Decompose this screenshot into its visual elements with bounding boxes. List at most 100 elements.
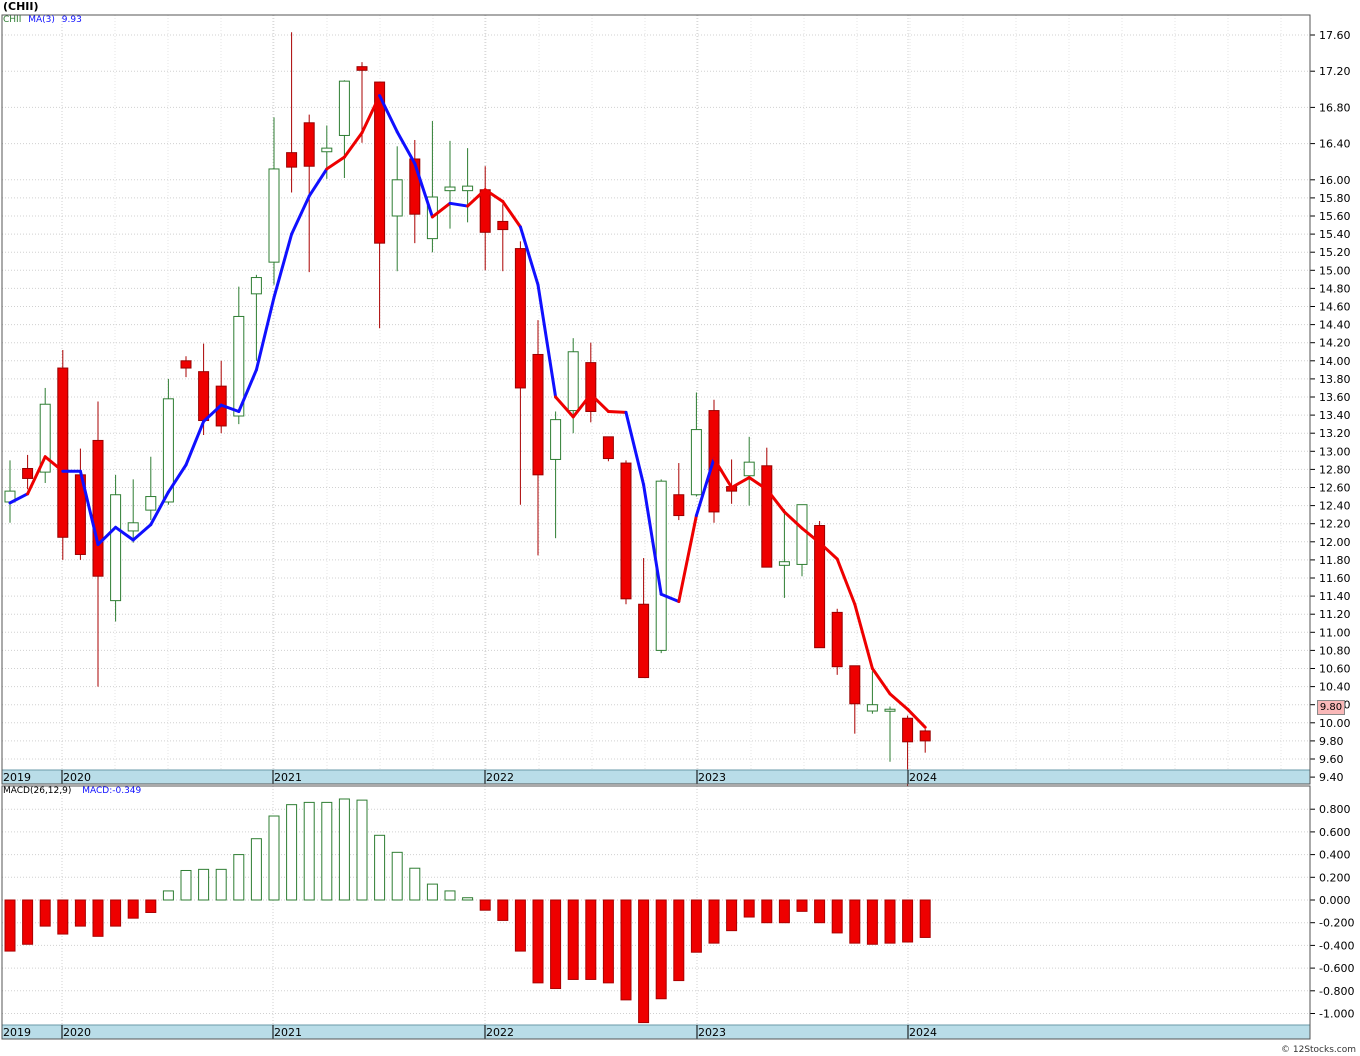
price-tick-label: 12.00 [1319,536,1351,549]
price-tick-label: 9.60 [1319,753,1344,766]
macd-bar [286,804,298,901]
macd-bar [814,899,826,924]
macd-bar [708,899,720,944]
macd-bar [902,899,914,943]
price-tick-label: 12.80 [1319,463,1351,476]
macd-legend: MACD(26,12,9) MACD:-0.349 [3,786,141,796]
candle-body [761,465,773,568]
price-tick-label: 14.40 [1319,319,1351,332]
price-tick-label: 9.80 [1319,735,1344,748]
macd-bar [866,899,878,945]
candle-body [550,419,562,460]
candle-body [356,66,368,71]
price-tick-label: 13.20 [1319,427,1351,440]
macd-bar [497,899,509,921]
macd-tick-label: -0.200 [1319,917,1354,930]
macd-tick-label: -0.600 [1319,962,1354,975]
macd-bar [127,899,139,919]
price-tick-label: 15.80 [1319,192,1351,205]
price-tick-label: 10.60 [1319,663,1351,676]
macd-bar [743,899,755,918]
macd-tick-label: 0.000 [1319,894,1351,907]
candle-body [849,665,861,705]
macd-bar [92,899,104,937]
macd-bar [638,899,650,1024]
price-tick-label: 15.40 [1319,228,1351,241]
macd-bar [215,868,227,901]
macd-tick-label: 0.600 [1319,826,1351,839]
price-tick-label: 9.40 [1319,771,1344,784]
last-price-badge: 9.80 [1317,700,1345,715]
price-tick-label: 17.60 [1319,29,1351,42]
candle-body [92,439,104,577]
price-tick-label: 14.20 [1319,337,1351,350]
price-candles [4,32,931,787]
macd-bar [567,899,579,980]
ma3-segment [448,201,470,208]
price-tick-label: 10.00 [1319,717,1351,730]
price-x-label: 2024 [909,771,937,784]
macd-bar [22,899,34,945]
price-tick-label: 14.80 [1319,282,1351,295]
macd-bar [409,867,421,901]
ma3-segment [870,667,892,696]
macd-bar [321,801,333,901]
macd-bar [849,899,861,944]
price-y-axis: 17.60 17.20 16.80 16.40 16.00 15.80 15.60 15.40… [1310,29,1351,784]
stock-chart: 17.60 17.20 16.80 16.40 16.00 15.80 15.60 15.40… [1,14,1354,1040]
legend-indicator: MA(3) [28,15,55,25]
candle-body [479,189,491,233]
macd-bar [180,869,192,901]
candle-body [514,248,526,389]
macd-bar [690,899,702,953]
candle-body [391,179,403,217]
price-x-label: 2020 [63,771,91,784]
price-tick-label: 12.40 [1319,500,1351,513]
candle-body [321,147,333,153]
price-tick-label: 16.80 [1319,101,1351,114]
macd-bar [585,899,597,980]
candle-body [620,462,632,600]
macd-bar [145,899,157,913]
price-tick-label: 10.40 [1319,681,1351,694]
candle-body [690,429,702,496]
candle-body [567,351,579,412]
macd-bar [74,899,86,927]
ma3-segment [835,557,857,606]
price-tick-label: 17.20 [1319,65,1351,78]
macd-tick-label: -1.000 [1319,1008,1354,1021]
macd-bar [602,899,614,984]
price-tick-label: 16.40 [1319,138,1351,151]
price-tick-label: 14.00 [1319,355,1351,368]
macd-x-label: 2020 [63,1026,91,1039]
price-tick-label: 15.00 [1319,264,1351,277]
legend-indicator-value: 9.93 [61,15,82,25]
macd-bar [250,838,262,901]
ma3-segment [290,194,311,236]
macd-tick-label: 0.200 [1319,871,1351,884]
candle-body [338,80,350,136]
candle-body [22,467,34,479]
macd-bar [796,899,808,912]
ma3-segment [606,409,628,414]
ma3-segment [395,130,417,166]
macd-bar [919,899,931,938]
macd-y-axis: 0.800 0.600 0.400 0.200 0.000 -0.200 -0.400 -0.… [1310,803,1354,1021]
price-tick-label: 12.20 [1319,518,1351,531]
ma3-segment [307,167,329,198]
candle-body [638,603,650,679]
candle-body [198,371,210,422]
price-tick-label: 11.20 [1319,608,1351,621]
macd-x-axis-band: 2019 2020 2021 2022 2023 2024 [1,1024,1311,1040]
price-tick-label: 14.60 [1319,301,1351,314]
macd-bar [462,897,474,901]
price-tick-label: 11.40 [1319,590,1351,603]
price-tick-label: 11.00 [1319,626,1351,639]
chart-title: (CHII) [3,0,39,13]
macd-bar [4,899,16,952]
macd-bar [57,899,69,935]
macd-legend-title: MACD(26,12,9) [3,786,72,796]
price-legend: CHII MA(3) 9.93 [3,15,82,25]
candle-body [673,494,685,517]
candle-body [866,704,878,712]
